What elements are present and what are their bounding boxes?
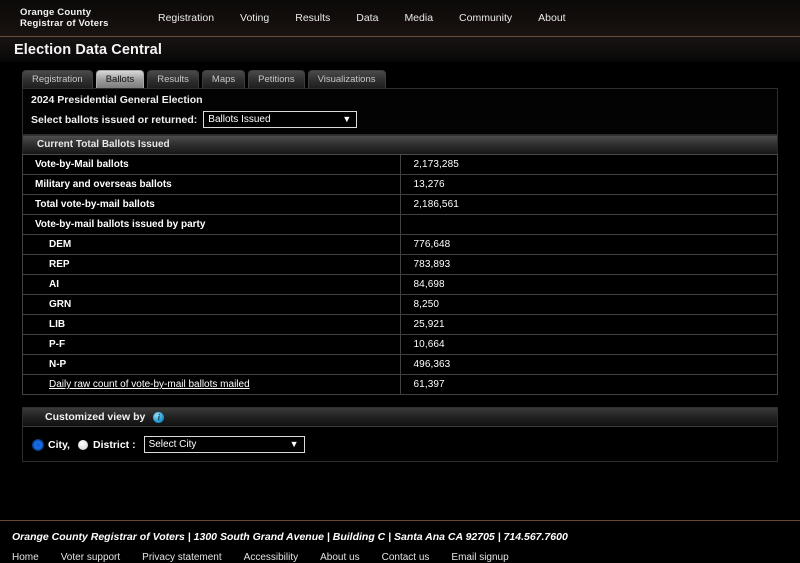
table-row: Military and overseas ballots 13,276 — [22, 174, 778, 195]
row-label-military-overseas: Military and overseas ballots — [22, 174, 401, 195]
ballot-type-row: Select ballots issued or returned: Ballo… — [31, 111, 769, 128]
table-row: Daily raw count of vote-by-mail ballots … — [22, 374, 778, 395]
table-row: Vote-by-mail ballots issued by party — [22, 214, 778, 235]
radio-district[interactable] — [77, 439, 88, 450]
panel-controls: 2024 Presidential General Election Selec… — [22, 88, 778, 134]
table-row: GRN 8,250 — [22, 294, 778, 315]
radio-label-city[interactable]: City, — [48, 439, 70, 451]
row-label-total-vote-by-mail: Total vote-by-mail ballots — [22, 194, 401, 215]
nav-link-media[interactable]: Media — [404, 12, 433, 24]
info-icon[interactable]: i — [153, 411, 165, 423]
table-row: LIB 25,921 — [22, 314, 778, 335]
table-row: Vote-by-Mail ballots 2,173,285 — [22, 154, 778, 175]
row-label-dem: DEM — [22, 234, 401, 255]
table-section-header: Current Total Ballots Issued — [22, 134, 778, 155]
row-value-rep: 783,893 — [399, 254, 778, 275]
ballot-type-select[interactable]: Ballots Issued ▼ — [203, 111, 358, 128]
row-label-grn: GRN — [22, 294, 401, 315]
nav-link-voting[interactable]: Voting — [240, 12, 269, 24]
tab-results[interactable]: Results — [147, 70, 199, 88]
footer-link-email-signup[interactable]: Email signup — [451, 552, 508, 563]
chevron-down-icon: ▼ — [289, 439, 299, 449]
top-navigation-bar: Orange County Registrar of Voters Regist… — [0, 0, 800, 37]
page-title-bar: Election Data Central — [0, 37, 800, 62]
footer-link-voter-support[interactable]: Voter support — [61, 552, 120, 563]
page-footer: Orange County Registrar of Voters | 1300… — [0, 521, 800, 563]
site-brand[interactable]: Orange County Registrar of Voters — [20, 7, 140, 30]
row-value-total-vote-by-mail: 2,186,561 — [399, 194, 778, 215]
tab-visualizations[interactable]: Visualizations — [307, 70, 386, 88]
row-value-dem: 776,648 — [399, 234, 778, 255]
row-value-ai: 84,698 — [399, 274, 778, 295]
table-row: DEM 776,648 — [22, 234, 778, 255]
radio-label-district[interactable]: District : — [93, 439, 136, 451]
tab-ballots[interactable]: Ballots — [95, 70, 145, 88]
row-label-pf: P-F — [22, 334, 401, 355]
city-selected-value: Select City — [148, 439, 197, 450]
row-label-daily-raw-count: Daily raw count of vote-by-mail ballots … — [22, 374, 401, 395]
row-label-vote-by-mail-ballots: Vote-by-Mail ballots — [22, 154, 401, 175]
tab-maps[interactable]: Maps — [201, 70, 246, 88]
customized-view-label: Customized view by — [45, 411, 146, 423]
table-body: Current Total Ballots Issued Vote-by-Mai… — [22, 134, 778, 395]
footer-link-accessibility[interactable]: Accessibility — [244, 552, 298, 563]
daily-raw-count-link[interactable]: Daily raw count of vote-by-mail ballots … — [49, 379, 250, 390]
nav-link-community[interactable]: Community — [459, 12, 512, 24]
nav-link-data[interactable]: Data — [356, 12, 378, 24]
table-section-header-row: Current Total Ballots Issued — [22, 134, 778, 155]
brand-line-1: Orange County — [20, 6, 92, 18]
nav-link-registration[interactable]: Registration — [158, 12, 214, 24]
table-row: Total vote-by-mail ballots 2,186,561 — [22, 194, 778, 215]
footer-links: Home Voter support Privacy statement Acc… — [12, 552, 800, 563]
brand-line-2: Registrar of Voters — [20, 18, 109, 29]
page-title: Election Data Central — [14, 41, 162, 58]
footer-address: Orange County Registrar of Voters | 1300… — [12, 531, 568, 543]
footer-link-home[interactable]: Home — [12, 552, 39, 563]
row-label-ai: AI — [22, 274, 401, 295]
row-label-lib: LIB — [22, 314, 401, 335]
nav-link-results[interactable]: Results — [295, 12, 330, 24]
ballots-panel: 2024 Presidential General Election Selec… — [22, 88, 778, 395]
row-value-np: 496,363 — [399, 354, 778, 375]
row-value-pf: 10,664 — [399, 334, 778, 355]
table-row: AI 84,698 — [22, 274, 778, 295]
row-label-np: N-P — [22, 354, 401, 375]
section-tabs: Registration Ballots Results Maps Petiti… — [0, 62, 800, 88]
nav-link-about[interactable]: About — [538, 12, 565, 24]
row-value-grn: 8,250 — [399, 294, 778, 315]
tab-petitions[interactable]: Petitions — [248, 70, 305, 88]
table-row: REP 783,893 — [22, 254, 778, 275]
footer-link-privacy-statement[interactable]: Privacy statement — [142, 552, 221, 563]
city-select[interactable]: Select City ▼ — [143, 436, 305, 453]
row-value-vote-by-mail-ballots: 2,173,285 — [399, 154, 778, 175]
customized-view-controls: City, District : Select City ▼ — [23, 427, 777, 453]
row-value-daily-raw-count: 61,397 — [399, 374, 778, 395]
primary-nav-links: Registration Voting Results Data Media C… — [158, 12, 566, 24]
election-name: 2024 Presidential General Election — [31, 94, 203, 106]
ballot-type-label: Select ballots issued or returned: — [31, 113, 198, 126]
row-label-rep: REP — [22, 254, 401, 275]
row-value-military-overseas: 13,276 — [399, 174, 778, 195]
row-value-issued-by-party — [399, 214, 778, 235]
customized-view-header: Customized view by i — [23, 408, 777, 427]
ballot-type-selected-value: Ballots Issued — [208, 114, 271, 125]
customized-view-panel: Customized view by i City, District : Se… — [22, 407, 778, 462]
footer-link-about-us[interactable]: About us — [320, 552, 359, 563]
row-label-issued-by-party: Vote-by-mail ballots issued by party — [22, 214, 401, 235]
table-row: N-P 496,363 — [22, 354, 778, 375]
chevron-down-icon: ▼ — [342, 114, 352, 124]
ballots-data-table: Current Total Ballots Issued Vote-by-Mai… — [22, 134, 778, 395]
table-row: P-F 10,664 — [22, 334, 778, 355]
footer-link-contact-us[interactable]: Contact us — [382, 552, 430, 563]
tab-registration[interactable]: Registration — [22, 70, 93, 88]
radio-city[interactable] — [33, 439, 43, 450]
row-value-lib: 25,921 — [399, 314, 778, 335]
